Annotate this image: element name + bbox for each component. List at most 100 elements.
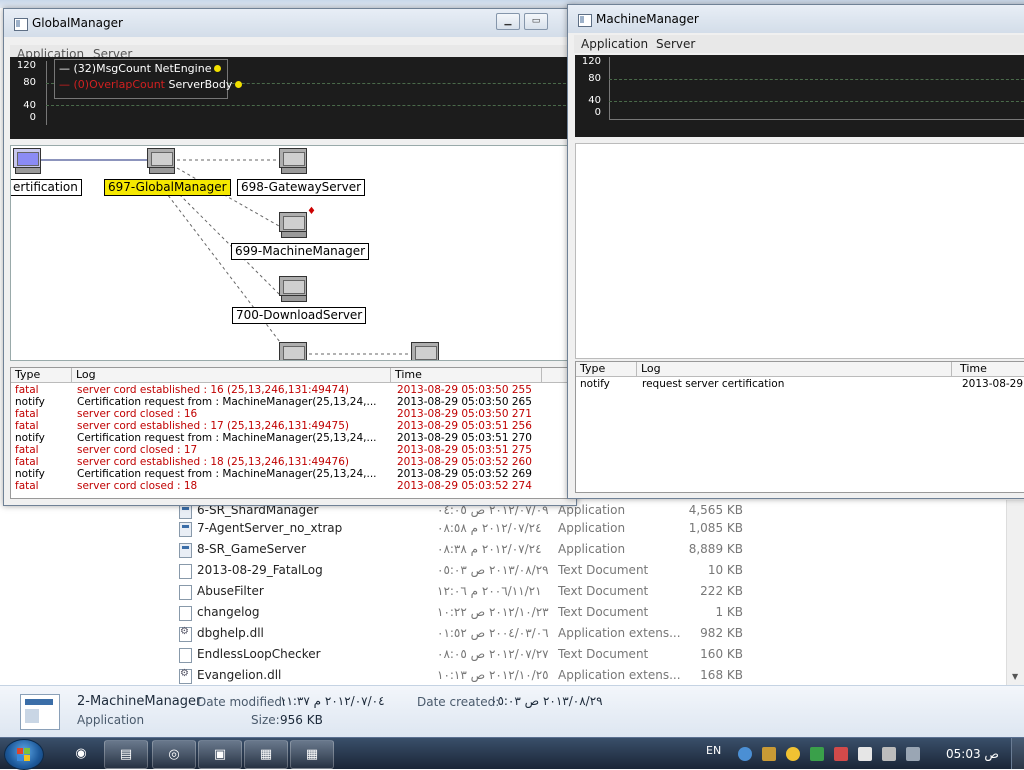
details-pane: 2-MachineManager Application Date modifi…: [0, 685, 1024, 738]
system-clock[interactable]: 05:03 ص: [946, 747, 999, 761]
action-center-tray-icon[interactable]: [858, 747, 872, 761]
file-type: Application: [558, 542, 626, 556]
server-node-icon[interactable]: [279, 148, 307, 174]
machine-manager-window[interactable]: MachineManager Application Server 120 80…: [567, 4, 1024, 499]
column-header-time[interactable]: Time: [956, 362, 1024, 376]
file-size: 1 KB: [715, 605, 743, 619]
command-prompt-icon[interactable]: ▣: [198, 740, 242, 769]
server-node-icon[interactable]: [411, 342, 439, 360]
log-header: Type Log Time: [576, 362, 1024, 377]
log-list[interactable]: Type Log Time fatal server cord establish…: [10, 367, 572, 499]
log-message: server cord established : 18 (25,13,246,…: [77, 456, 350, 468]
server-node-icon[interactable]: [279, 342, 307, 360]
scroll-down-arrow-icon[interactable]: ▼: [1012, 672, 1018, 681]
network-tray-icon[interactable]: [738, 747, 752, 761]
file-name: Evangelion.dll: [197, 668, 282, 682]
server-node-icon[interactable]: [147, 148, 175, 174]
details-file-type: Application: [77, 713, 145, 727]
security-tray-icon[interactable]: [810, 747, 824, 761]
application-icon: [20, 694, 60, 730]
column-header-type[interactable]: Type: [576, 362, 637, 376]
legend-dot-icon: [214, 65, 222, 72]
menu-application[interactable]: Application: [581, 37, 648, 51]
node-label-download-server[interactable]: 700-DownloadServer: [232, 307, 367, 324]
column-header-time[interactable]: Time: [391, 368, 542, 382]
log-row[interactable]: notify Certification request from : Machi…: [11, 432, 571, 444]
node-label-gateway-server[interactable]: 698-GatewayServer: [237, 179, 366, 196]
firefox-icon[interactable]: ◉: [60, 740, 102, 767]
y-tick-label: 40: [23, 100, 36, 111]
node-label-machine-manager[interactable]: 699-MachineManager: [231, 243, 370, 260]
explorer-scrollbar[interactable]: ▼: [1006, 500, 1024, 685]
power-tray-icon[interactable]: [906, 747, 920, 761]
file-row[interactable]: changelog ٢٠١٢/١٠/٢٣ ص ١٠:٢٢ Text Docume…: [175, 602, 775, 623]
date-modified-value: ٢٠١٢/٠٧/٠٤ م ١١:٣٧: [280, 694, 385, 708]
start-button[interactable]: [4, 739, 44, 770]
log-row[interactable]: notify request server certification 2013-0…: [576, 378, 1024, 390]
server-topology-view[interactable]: [575, 143, 1024, 359]
app-window-icon[interactable]: ▦: [290, 740, 334, 769]
server-topology-view[interactable]: ertification 697-GlobalManager 698-Gatew…: [10, 145, 572, 361]
file-size: 8,889 KB: [688, 542, 743, 556]
grid-line: [609, 79, 1024, 80]
file-size: 160 KB: [700, 647, 743, 661]
file-row[interactable]: 8-SR_GameServer ٢٠١٢/٠٧/٢٤ م ٠٨:٣٨ Appli…: [175, 539, 775, 560]
file-row[interactable]: 7-AgentServer_no_xtrap ٢٠١٢/٠٧/٢٤ م ٠٨:٥…: [175, 518, 775, 539]
node-label-certification[interactable]: ertification: [11, 179, 82, 196]
y-axis: [46, 61, 47, 125]
log-time: 2013-08-29 05:03:50 271: [397, 408, 532, 420]
file-row[interactable]: AbuseFilter ٢٠٠٦/١١/٢١ م ١٢:٠٦ Text Docu…: [175, 581, 775, 602]
server-node-icon[interactable]: [279, 276, 307, 302]
log-row[interactable]: notify Certification request from : Machi…: [11, 468, 571, 480]
column-header-type[interactable]: Type: [11, 368, 72, 382]
maximize-button[interactable]: ▭: [524, 13, 548, 30]
column-header-log[interactable]: Log: [637, 362, 952, 376]
log-type: notify: [15, 396, 45, 408]
chrome-icon[interactable]: ◎: [152, 740, 196, 769]
log-message: server cord established : 16 (25,13,246,…: [77, 384, 350, 396]
column-header-log[interactable]: Log: [72, 368, 391, 382]
volume-tray-icon[interactable]: [834, 747, 848, 761]
app-window-icon[interactable]: ▦: [244, 740, 288, 769]
y-tick-label: 40: [588, 95, 601, 106]
log-row[interactable]: fatal server cord established : 18 (25,13…: [11, 456, 571, 468]
log-row[interactable]: fatal server cord established : 16 (25,13…: [11, 384, 571, 396]
y-tick-label: 120: [16, 60, 36, 71]
file-row[interactable]: 2013-08-29_FatalLog ٢٠١٣/٠٨/٢٩ ص ٠٥:٠٣ T…: [175, 560, 775, 581]
title-bar[interactable]: MachineManager: [568, 5, 1024, 33]
log-row[interactable]: fatal server cord closed : 17 2013-08-29 0…: [11, 444, 571, 456]
file-type: Text Document: [558, 584, 649, 598]
file-size: 1,085 KB: [688, 521, 743, 535]
log-message: server cord closed : 16: [77, 408, 198, 420]
minimize-button[interactable]: ▁: [496, 13, 520, 30]
menu-bar: Application Server: [574, 35, 1024, 53]
folder-tray-icon[interactable]: [762, 747, 776, 761]
file-row[interactable]: EndlessLoopChecker ٢٠١٢/٠٧/٢٧ ص ٠٨:٠٥ Te…: [175, 644, 775, 665]
file-name: EndlessLoopChecker: [197, 647, 321, 661]
log-row[interactable]: fatal server cord closed : 16 2013-08-29 0…: [11, 408, 571, 420]
title-bar[interactable]: GlobalManager ▁ ▭: [4, 9, 576, 37]
file-row[interactable]: dbghelp.dll ٢٠٠٤/٠٣/٠٦ ص ٠١:٥٢ Applicati…: [175, 623, 775, 644]
global-manager-window[interactable]: GlobalManager ▁ ▭ Application Server 120…: [3, 8, 577, 506]
server-node-icon[interactable]: [279, 212, 307, 238]
file-name: dbghelp.dll: [197, 626, 264, 640]
log-row[interactable]: fatal server cord closed : 18 2013-08-29 0…: [11, 480, 571, 492]
display-tray-icon[interactable]: [882, 747, 896, 761]
explorer-folder-icon[interactable]: ▤: [104, 740, 148, 769]
messenger-tray-icon[interactable]: [786, 747, 800, 761]
language-indicator[interactable]: EN: [706, 744, 721, 757]
log-time: 2013-08-29 05:03:52 274: [397, 480, 532, 492]
log-row[interactable]: notify Certification request from : Machi…: [11, 396, 571, 408]
show-desktop-button[interactable]: [1011, 738, 1024, 769]
size-label: Size:: [251, 713, 280, 727]
file-name: 7-AgentServer_no_xtrap: [197, 521, 343, 535]
server-node-icon[interactable]: [13, 148, 41, 174]
log-list[interactable]: Type Log Time notify request server certi…: [575, 361, 1024, 493]
log-time: 2013-08-29: [962, 378, 1024, 390]
log-row[interactable]: fatal server cord established : 17 (25,13…: [11, 420, 571, 432]
node-label-global-manager[interactable]: 697-GlobalManager: [104, 179, 231, 196]
file-row[interactable]: Evangelion.dll ٢٠١٢/١٠/٢٥ ص ١٠:١٣ Applic…: [175, 665, 775, 686]
menu-server[interactable]: Server: [656, 37, 695, 51]
log-type: notify: [580, 378, 610, 390]
text-document-icon: [179, 564, 192, 579]
